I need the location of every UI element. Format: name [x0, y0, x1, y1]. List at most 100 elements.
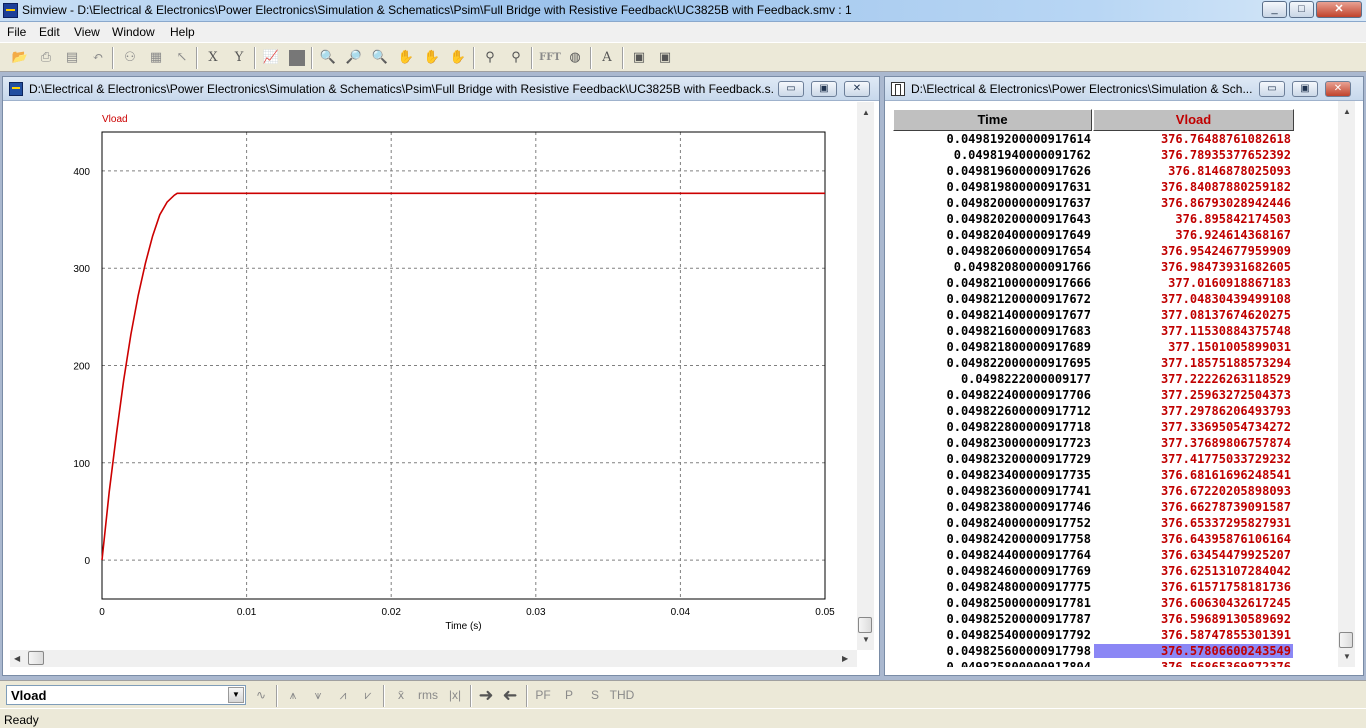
maximize-button[interactable]: □	[1289, 1, 1314, 18]
text-button[interactable]: A	[597, 48, 617, 68]
arrow-left-icon[interactable]: ➜	[500, 685, 520, 705]
table-restore-button[interactable]: ▣	[1292, 81, 1318, 97]
undo-icon[interactable]: ↶	[88, 48, 108, 68]
chevron-down-icon[interactable]: ▼	[228, 687, 244, 703]
fft-button[interactable]: FFT	[538, 48, 562, 68]
table-row[interactable]: 0.049824600000917769 376.62513107284042	[893, 564, 1293, 580]
table-row[interactable]: 0.049819800000917631 376.84087880259182	[893, 180, 1293, 196]
table-row[interactable]: 0.049825000000917781 376.60630432617245	[893, 596, 1293, 612]
peak-max-icon[interactable]: ⩚	[282, 685, 304, 705]
column-header-vload[interactable]: Vload	[1093, 109, 1294, 131]
add-curve-icon[interactable]: 📈	[261, 48, 281, 68]
menu-edit[interactable]: Edit	[39, 25, 60, 39]
table-row[interactable]: 0.049822400000917706 377.25963272504373	[893, 388, 1293, 404]
pan-hand-2-icon[interactable]: ✋	[422, 48, 442, 68]
table-row[interactable]: 0.049823200000917729 377.41775033729232	[893, 452, 1293, 468]
open-folder-icon[interactable]: 📂	[10, 48, 30, 68]
table-row[interactable]: 0.049824000000917752 376.65337295827931	[893, 516, 1293, 532]
table-row[interactable]: 0.049822000000917695 377.18575188573294	[893, 356, 1293, 372]
measure-2-icon[interactable]: ⚲	[506, 48, 526, 68]
table-row[interactable]: 0.049824200000917758 376.64395876106164	[893, 532, 1293, 548]
table-row[interactable]: 0.049820200000917643 376.895842174503	[893, 212, 1293, 228]
table-row[interactable]: 0.049822800000917718 377.33695054734272	[893, 420, 1293, 436]
table-row[interactable]: 0.049823000000917723 377.37689806757874	[893, 436, 1293, 452]
plot-vertical-scrollbar[interactable]: ▲ ▼	[857, 102, 874, 650]
table-row[interactable]: 0.049821800000917689 377.1501005899031	[893, 340, 1293, 356]
menu-help[interactable]: Help	[170, 25, 195, 39]
table-row[interactable]: 0.049825400000917792 376.58747855301391	[893, 628, 1293, 644]
copy-to-clipboard-icon[interactable]: ▣	[629, 48, 649, 68]
scroll-right-arrow-icon[interactable]: ▶	[842, 654, 848, 663]
table-row[interactable]: 0.049824800000917775 376.61571758181736	[893, 580, 1293, 596]
table-row[interactable]: 0.049823800000917746 376.66278739091587	[893, 500, 1293, 516]
y-axis-button[interactable]: Y	[229, 48, 249, 68]
table-row[interactable]: 0.049821200000917672 377.04830439499108	[893, 292, 1293, 308]
table-row[interactable]: 0.04981940000091762 376.78935377652392	[893, 148, 1293, 164]
table-row[interactable]: 0.049821000000917666 377.0160918867183	[893, 276, 1293, 292]
column-header-time[interactable]: Time	[893, 109, 1092, 131]
table-vertical-scrollbar[interactable]: ▲ ▼	[1338, 101, 1355, 667]
grid-sphere-icon[interactable]: ◍	[565, 48, 585, 68]
close-button[interactable]: ✕	[1316, 1, 1362, 18]
table-row[interactable]: 0.049821400000917677 377.08137674620275	[893, 308, 1293, 324]
vload-chart[interactable]: 0 0.01 0.02 0.03 0.04 0.05 0 100 200 300 400 Vload T…	[10, 102, 858, 650]
table-row[interactable]: 0.049825600000917798 376.57806600243549	[893, 644, 1293, 660]
table-row[interactable]: 0.049819200000917614 376.76488761082618	[893, 132, 1293, 148]
pan-hand-icon[interactable]: ✋	[396, 48, 416, 68]
thd-button[interactable]: THD	[609, 685, 635, 705]
plot-minimize-button[interactable]: ▭	[778, 81, 804, 97]
plot-vscroll-thumb[interactable]	[858, 617, 872, 633]
table-vscroll-thumb[interactable]	[1339, 632, 1353, 648]
scroll-left-arrow-icon[interactable]: ◀	[14, 654, 20, 663]
measure-icon[interactable]: ⚲	[480, 48, 500, 68]
waveform-icon[interactable]: ∿	[250, 685, 272, 705]
mean-button[interactable]: x̄	[390, 685, 412, 705]
table-row[interactable]: 0.04982080000091766 376.98473931682605	[893, 260, 1293, 276]
table-row[interactable]: 0.049819600000917626 376.8146878025093	[893, 164, 1293, 180]
table-minimize-button[interactable]: ▭	[1259, 81, 1285, 97]
curve-select-combo[interactable]: Vload ▼	[6, 685, 246, 705]
real-power-button[interactable]: P	[559, 685, 579, 705]
table-row[interactable]: 0.049824400000917764 376.63454479925207	[893, 548, 1293, 564]
pointer-icon[interactable]: ↖	[172, 48, 192, 68]
table-row[interactable]: 0.049822600000917712 377.29786206493793	[893, 404, 1293, 420]
paste-icon[interactable]: ▤	[62, 48, 82, 68]
table-scroll-down-arrow-icon[interactable]: ▼	[1343, 652, 1351, 661]
table-row[interactable]: 0.049821600000917683 377.11530884375748	[893, 324, 1293, 340]
zoom-out-icon[interactable]: 🔍	[370, 48, 390, 68]
peak-min-icon[interactable]: ⩛	[307, 685, 329, 705]
table-row[interactable]: 0.049823400000917735 376.68161696248541	[893, 468, 1293, 484]
fill-square-icon[interactable]	[287, 48, 307, 68]
x-axis-button[interactable]: X	[203, 48, 223, 68]
menu-view[interactable]: View	[74, 25, 100, 39]
table-row[interactable]: 0.049825800000917804 376.56865369872376	[893, 660, 1293, 667]
minimize-button[interactable]: _	[1262, 1, 1287, 18]
table-row[interactable]: 0.049820600000917654 376.95424677959909	[893, 244, 1293, 260]
data-icon[interactable]: ⚇	[120, 48, 140, 68]
table-row[interactable]: 0.0498222000009177 377.22226263118529	[893, 372, 1293, 388]
print-icon[interactable]: ⎙	[36, 48, 56, 68]
zoom-icon[interactable]: 🔍	[318, 48, 338, 68]
plot-close-button[interactable]: ✕	[844, 81, 870, 97]
export-icon[interactable]: ▣	[655, 48, 675, 68]
table-row[interactable]: 0.049825200000917787 376.59689130589692	[893, 612, 1293, 628]
table-close-button[interactable]: ✕	[1325, 81, 1351, 97]
abs-mean-button[interactable]: |x|	[444, 685, 466, 705]
valley-2-icon[interactable]: ⩗	[357, 685, 379, 705]
scroll-up-arrow-icon[interactable]: ▲	[862, 108, 870, 117]
table-row[interactable]: 0.049820400000917649 376.924614368167	[893, 228, 1293, 244]
zoom-in-icon[interactable]: 🔎	[344, 48, 364, 68]
plot-restore-button[interactable]: ▣	[811, 81, 837, 97]
table-row[interactable]: 0.049823600000917741 376.67220205898093	[893, 484, 1293, 500]
chart-settings-icon[interactable]: ▦	[146, 48, 166, 68]
menu-file[interactable]: File	[7, 25, 26, 39]
pan-hand-3-icon[interactable]: ✋	[448, 48, 468, 68]
scroll-down-arrow-icon[interactable]: ▼	[862, 635, 870, 644]
arrow-right-icon[interactable]: ➜	[476, 685, 496, 705]
plot-horizontal-scrollbar[interactable]: ◀ ▶	[10, 650, 857, 667]
table-scroll-up-arrow-icon[interactable]: ▲	[1343, 107, 1351, 116]
table-row[interactable]: 0.049820000000917637 376.86793028942446	[893, 196, 1293, 212]
plot-hscroll-thumb[interactable]	[28, 651, 44, 665]
menu-window[interactable]: Window	[112, 25, 155, 39]
valley-icon[interactable]: ⩘	[332, 685, 354, 705]
